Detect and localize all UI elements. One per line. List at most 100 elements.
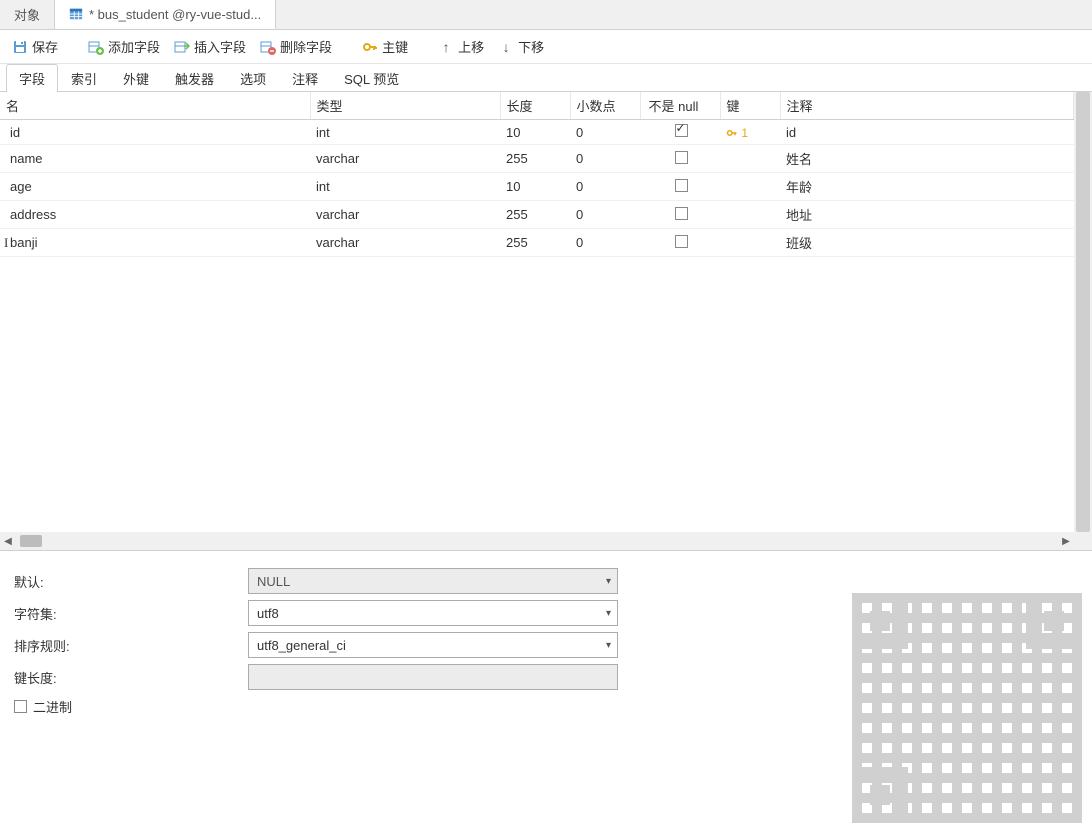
col-type[interactable]: 类型 bbox=[310, 92, 500, 120]
cell-name[interactable]: id bbox=[0, 120, 310, 145]
cell-name[interactable]: name bbox=[0, 145, 310, 173]
fields-grid[interactable]: 名 类型 长度 小数点 不是 null 键 注释 idint100 1idnam… bbox=[0, 92, 1074, 532]
chevron-down-icon: ▾ bbox=[606, 608, 611, 619]
cell-comment[interactable]: 年龄 bbox=[780, 173, 1074, 201]
tab-foreign-keys[interactable]: 外键 bbox=[110, 64, 162, 92]
col-not-null[interactable]: 不是 null bbox=[640, 92, 720, 120]
tab-sql-preview[interactable]: SQL 预览 bbox=[331, 64, 412, 92]
document-tabs: 对象 * bus_student @ry-vue-stud... bbox=[0, 0, 1092, 30]
tab-indexes-label: 索引 bbox=[71, 72, 97, 87]
tab-options[interactable]: 选项 bbox=[227, 64, 279, 92]
table-row[interactable]: idint100 1id bbox=[0, 120, 1074, 145]
move-up-button[interactable]: ↑ 上移 bbox=[432, 35, 490, 58]
cell-comment[interactable]: 班级 bbox=[780, 229, 1074, 257]
cell-type[interactable]: varchar bbox=[310, 229, 500, 257]
cell-decimals[interactable]: 0 bbox=[570, 229, 640, 257]
chevron-down-icon: ▾ bbox=[606, 640, 611, 651]
cell-key[interactable] bbox=[720, 173, 780, 201]
qr-code-watermark bbox=[852, 593, 1082, 823]
cell-comment[interactable]: 姓名 bbox=[780, 145, 1074, 173]
charset-label: 字符集: bbox=[10, 604, 240, 623]
cell-not-null[interactable] bbox=[640, 120, 720, 145]
insert-field-button[interactable]: 插入字段 bbox=[168, 35, 252, 58]
insert-field-icon bbox=[174, 39, 190, 55]
default-value: NULL bbox=[257, 574, 290, 589]
binary-checkbox[interactable] bbox=[14, 700, 27, 713]
add-field-label: 添加字段 bbox=[108, 37, 160, 56]
primary-key-button[interactable]: 主键 bbox=[356, 35, 414, 58]
cell-type[interactable]: int bbox=[310, 120, 500, 145]
cell-type[interactable]: varchar bbox=[310, 201, 500, 229]
col-name[interactable]: 名 bbox=[0, 92, 310, 120]
cell-comment[interactable]: 地址 bbox=[780, 201, 1074, 229]
cell-type[interactable]: varchar bbox=[310, 145, 500, 173]
cell-name[interactable]: age bbox=[0, 173, 310, 201]
scroll-right-icon[interactable]: ▶ bbox=[1058, 536, 1074, 547]
cell-decimals[interactable]: 0 bbox=[570, 201, 640, 229]
default-value-combo[interactable]: NULL ▾ bbox=[248, 568, 618, 594]
key-length-input[interactable] bbox=[248, 664, 618, 690]
move-down-button[interactable]: ↓ 下移 bbox=[492, 35, 550, 58]
cell-length[interactable]: 255 bbox=[500, 229, 570, 257]
col-length[interactable]: 长度 bbox=[500, 92, 570, 120]
tab-sql-preview-label: SQL 预览 bbox=[344, 72, 399, 87]
cell-length[interactable]: 10 bbox=[500, 173, 570, 201]
col-comment[interactable]: 注释 bbox=[780, 92, 1074, 120]
delete-field-icon bbox=[260, 39, 276, 55]
not-null-checkbox[interactable] bbox=[675, 151, 688, 164]
cell-length[interactable]: 255 bbox=[500, 201, 570, 229]
table-row[interactable]: namevarchar2550 姓名 bbox=[0, 145, 1074, 173]
cell-decimals[interactable]: 0 bbox=[570, 145, 640, 173]
field-name: id bbox=[6, 125, 20, 140]
cell-key[interactable] bbox=[720, 201, 780, 229]
add-field-button[interactable]: 添加字段 bbox=[82, 35, 166, 58]
save-icon bbox=[12, 39, 28, 55]
delete-field-button[interactable]: 删除字段 bbox=[254, 35, 338, 58]
tab-indexes[interactable]: 索引 bbox=[58, 64, 110, 92]
tab-fields[interactable]: 字段 bbox=[6, 64, 58, 92]
cell-not-null[interactable] bbox=[640, 173, 720, 201]
tab-fk-label: 外键 bbox=[123, 72, 149, 87]
col-decimals[interactable]: 小数点 bbox=[570, 92, 640, 120]
not-null-checkbox[interactable] bbox=[675, 235, 688, 248]
collation-value: utf8_general_ci bbox=[257, 638, 346, 653]
cell-type[interactable]: int bbox=[310, 173, 500, 201]
table-row[interactable]: addressvarchar2550 地址 bbox=[0, 201, 1074, 229]
charset-combo[interactable]: utf8 ▾ bbox=[248, 600, 618, 626]
cell-name[interactable]: Ibanji bbox=[0, 229, 310, 257]
fields-pane: 名 类型 长度 小数点 不是 null 键 注释 idint100 1idnam… bbox=[0, 92, 1092, 551]
cell-not-null[interactable] bbox=[640, 229, 720, 257]
not-null-checkbox[interactable] bbox=[675, 124, 688, 137]
table-row[interactable]: ageint100 年龄 bbox=[0, 173, 1074, 201]
cell-key[interactable]: 1 bbox=[720, 120, 780, 145]
horizontal-scrollbar[interactable]: ◀ ▶ bbox=[0, 532, 1074, 550]
cell-key[interactable] bbox=[720, 145, 780, 173]
tab-objects[interactable]: 对象 bbox=[0, 0, 55, 29]
cell-length[interactable]: 10 bbox=[500, 120, 570, 145]
tab-table-editor[interactable]: * bus_student @ry-vue-stud... bbox=[55, 0, 276, 29]
cell-key[interactable] bbox=[720, 229, 780, 257]
not-null-checkbox[interactable] bbox=[675, 179, 688, 192]
move-down-label: 下移 bbox=[518, 37, 544, 56]
primary-key-icon bbox=[362, 39, 378, 55]
scroll-left-icon[interactable]: ◀ bbox=[0, 536, 16, 547]
vertical-scrollbar[interactable] bbox=[1074, 92, 1092, 532]
tab-comment[interactable]: 注释 bbox=[279, 64, 331, 92]
cell-not-null[interactable] bbox=[640, 201, 720, 229]
col-key[interactable]: 键 bbox=[720, 92, 780, 120]
text-cursor-icon: I bbox=[4, 235, 8, 251]
cell-decimals[interactable]: 0 bbox=[570, 173, 640, 201]
cell-decimals[interactable]: 0 bbox=[570, 120, 640, 145]
save-button[interactable]: 保存 bbox=[6, 35, 64, 58]
cell-not-null[interactable] bbox=[640, 145, 720, 173]
table-row[interactable]: Ibanjivarchar2550 班级 bbox=[0, 229, 1074, 257]
cell-length[interactable]: 255 bbox=[500, 145, 570, 173]
tab-triggers-label: 触发器 bbox=[175, 72, 214, 87]
toolbar: 保存 添加字段 插入字段 删除字段 主键 ↑ 上移 ↓ 下移 bbox=[0, 30, 1092, 64]
tab-table-editor-label: * bus_student @ry-vue-stud... bbox=[89, 7, 261, 22]
tab-triggers[interactable]: 触发器 bbox=[162, 64, 227, 92]
cell-name[interactable]: address bbox=[0, 201, 310, 229]
cell-comment[interactable]: id bbox=[780, 120, 1074, 145]
collation-combo[interactable]: utf8_general_ci ▾ bbox=[248, 632, 618, 658]
not-null-checkbox[interactable] bbox=[675, 207, 688, 220]
